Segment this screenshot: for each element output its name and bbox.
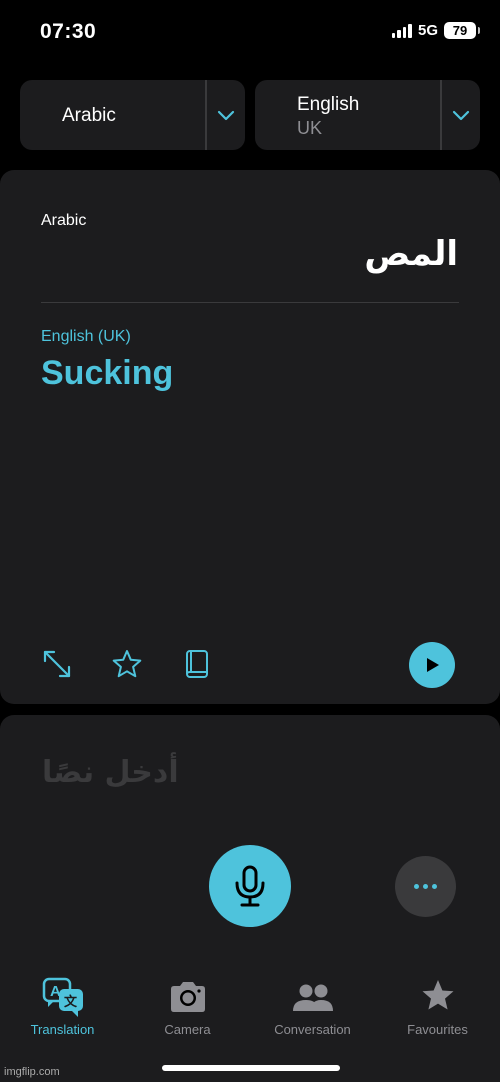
tab-conversation[interactable]: Conversation xyxy=(250,975,375,1037)
tab-label: Camera xyxy=(164,1022,211,1037)
source-text[interactable]: المص xyxy=(364,234,458,274)
microphone-icon xyxy=(235,865,265,907)
translate-icon: A 文 xyxy=(42,977,83,1017)
signal-icon xyxy=(391,23,412,38)
chevron-down-icon[interactable] xyxy=(216,105,236,125)
target-language-label: English xyxy=(297,94,360,115)
star-icon xyxy=(422,980,453,1010)
source-language-label: Arabic xyxy=(62,105,116,126)
source-language-heading: Arabic xyxy=(41,212,87,229)
expand-icon[interactable] xyxy=(41,648,73,680)
target-language-heading: English (UK) xyxy=(41,328,131,345)
translation-card: Arabic المص English (UK) Sucking xyxy=(0,170,500,704)
microphone-button[interactable] xyxy=(209,845,291,927)
target-language-region: UK xyxy=(297,118,323,138)
home-indicator[interactable] xyxy=(162,1065,340,1071)
battery-icon: 79 xyxy=(444,22,480,39)
star-icon[interactable] xyxy=(111,648,143,680)
svg-text:文: 文 xyxy=(64,994,78,1010)
target-language-selector[interactable]: English UK xyxy=(255,80,480,150)
tab-bar: A 文 Translation Camera Conversation Favo… xyxy=(0,975,500,1045)
people-icon xyxy=(292,984,333,1011)
source-language-selector[interactable]: Arabic xyxy=(20,80,245,150)
dictionary-icon[interactable] xyxy=(181,648,213,680)
divider xyxy=(440,80,442,150)
watermark: imgflip.com xyxy=(4,1066,60,1078)
status-bar: 07:30 5G 79 xyxy=(0,0,500,60)
play-button[interactable] xyxy=(409,642,455,688)
status-icons: 5G 79 xyxy=(391,22,480,39)
tab-label: Conversation xyxy=(274,1022,351,1037)
translated-text[interactable]: Sucking xyxy=(41,354,173,393)
chevron-down-icon[interactable] xyxy=(451,105,471,125)
network-type: 5G xyxy=(417,22,438,39)
card-divider xyxy=(41,302,459,303)
more-options-button[interactable] xyxy=(395,856,456,917)
camera-icon xyxy=(170,982,205,1012)
play-icon xyxy=(427,658,439,672)
tab-label: Favourites xyxy=(407,1022,468,1037)
status-time: 07:30 xyxy=(40,20,97,43)
tab-favourites[interactable]: Favourites xyxy=(375,975,500,1037)
tab-camera[interactable]: Camera xyxy=(125,975,250,1037)
text-input[interactable]: أدخل نصًا xyxy=(42,755,179,790)
tab-label: Translation xyxy=(30,1022,95,1037)
tab-translation[interactable]: A 文 Translation xyxy=(0,975,125,1037)
divider xyxy=(205,80,207,150)
